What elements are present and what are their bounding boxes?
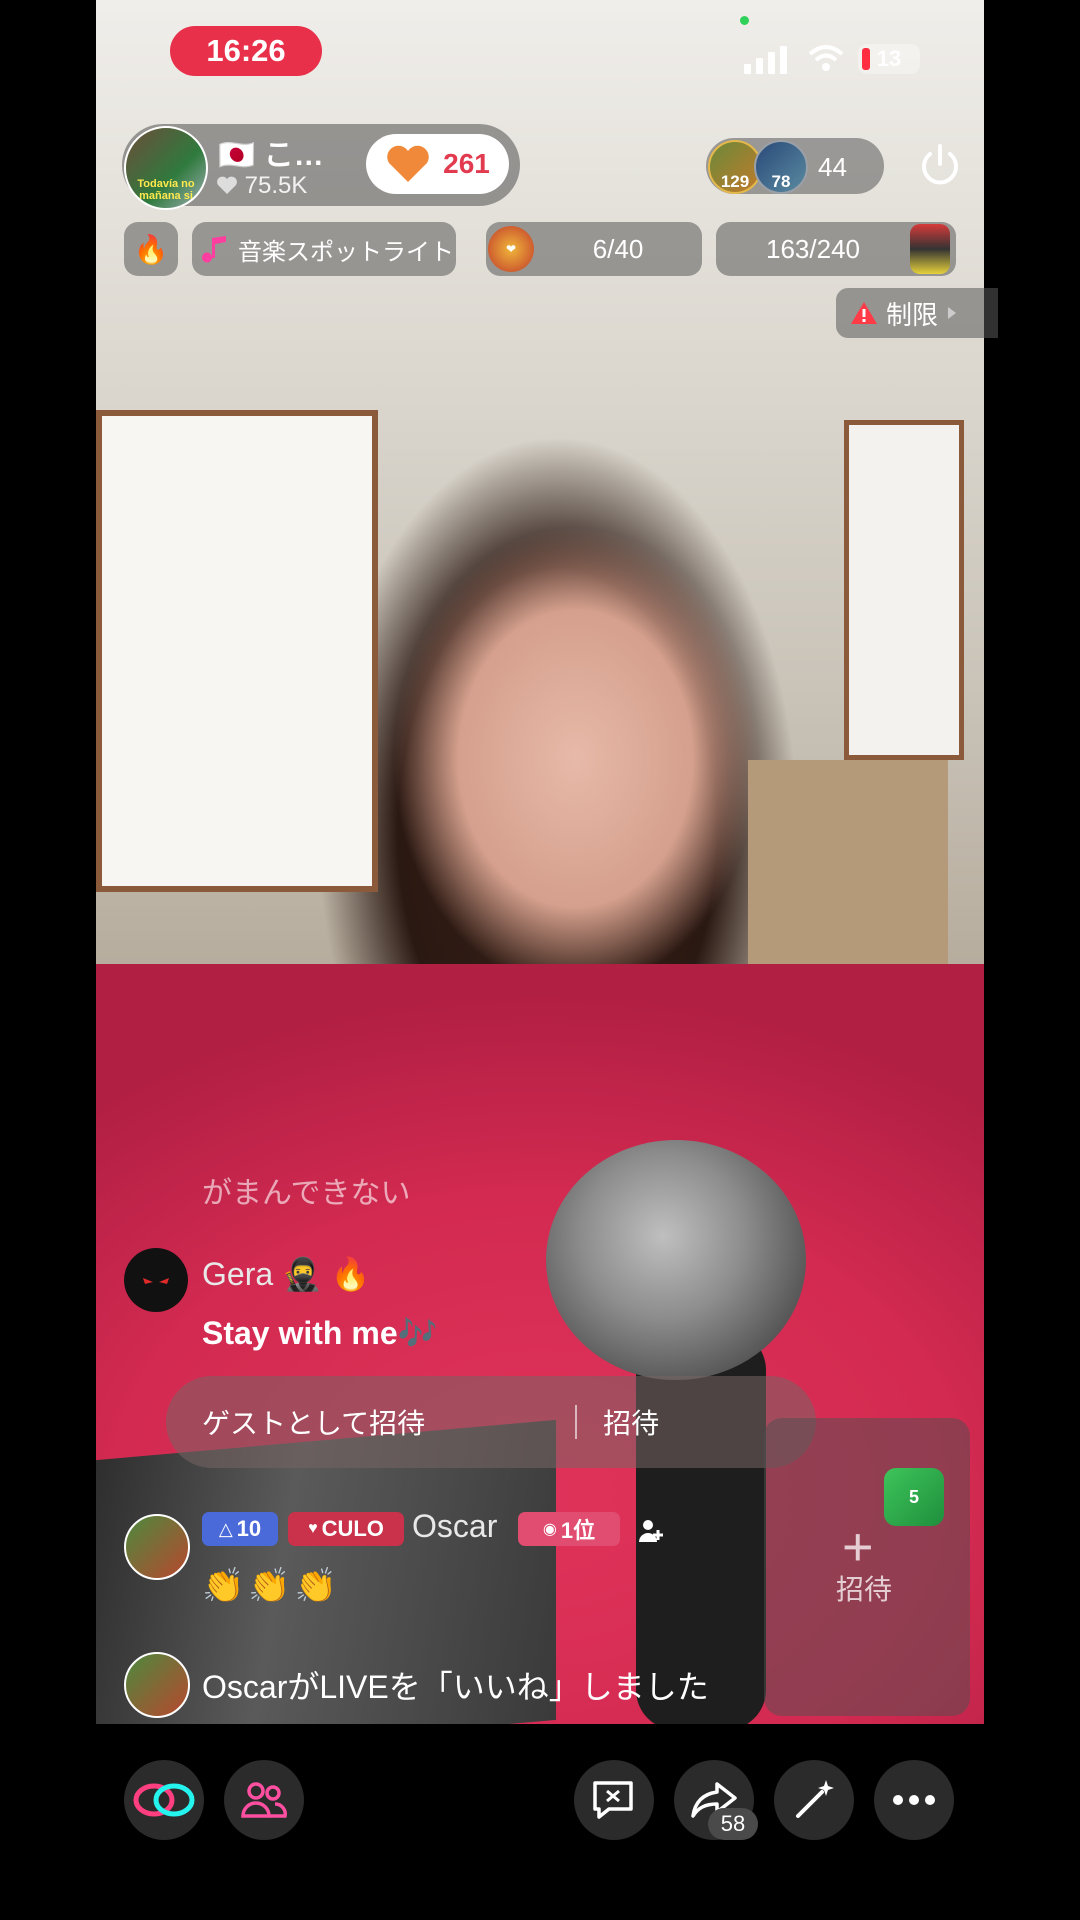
follow-user-icon[interactable] xyxy=(636,1516,666,1546)
hot-icon[interactable]: 🔥 xyxy=(124,222,178,276)
faded-comment: がまんできない xyxy=(202,1177,411,1210)
gera-avatar[interactable] xyxy=(124,1248,188,1312)
background-window-right xyxy=(844,420,964,760)
more-dots-icon xyxy=(893,1795,935,1805)
music-spotlight-button[interactable]: 音楽スポットライト xyxy=(192,222,456,276)
goal-pill[interactable]: 163/240 xyxy=(716,222,956,276)
like-notification: OscarがLIVEを「いいね」しました xyxy=(202,1669,709,1705)
background-window xyxy=(96,410,378,892)
link-button[interactable] xyxy=(124,1760,204,1840)
people-icon xyxy=(241,1782,287,1818)
gera-username[interactable]: Gera 🥷 🔥 xyxy=(202,1255,371,1293)
more-button[interactable] xyxy=(874,1760,954,1840)
top-viewer-2[interactable]: 78 xyxy=(754,140,808,194)
level-badge: △ 10 xyxy=(202,1512,278,1546)
limit-button[interactable]: 制限 xyxy=(836,288,998,338)
invite-as-guest-button[interactable]: ゲストとして招待 xyxy=(202,1402,425,1442)
close-live-icon[interactable] xyxy=(916,142,964,190)
warning-icon xyxy=(851,302,877,324)
rank-badge-icon: ❤ xyxy=(488,226,534,272)
goal-sticker-icon xyxy=(910,224,950,274)
guests-button[interactable] xyxy=(224,1760,304,1840)
invite-divider xyxy=(575,1405,578,1439)
invite-bar: ゲストとして招待 招待 xyxy=(166,1376,816,1468)
oscar-avatar-2[interactable] xyxy=(124,1652,190,1718)
fan-club-badge: ♥ CULO xyxy=(288,1512,404,1546)
status-time: 16:26 xyxy=(170,26,322,76)
orange-heart-icon xyxy=(387,145,429,182)
host-name: 🇯🇵 こ… xyxy=(218,139,324,172)
medal-icon: ◉ xyxy=(542,1521,557,1538)
oscar-avatar[interactable] xyxy=(124,1514,190,1580)
host-likes: 75.5K xyxy=(216,172,307,200)
like-button[interactable]: 261 xyxy=(366,134,509,194)
effects-button[interactable] xyxy=(774,1760,854,1840)
viewer-count: 44 xyxy=(818,152,847,182)
chevron-right-icon xyxy=(948,307,957,319)
oscar-username[interactable]: Oscar xyxy=(412,1508,497,1545)
host-avatar[interactable]: Todavía no mañana si xyxy=(124,126,208,210)
frog-badge-icon[interactable]: 5 xyxy=(884,1468,944,1526)
link-icon xyxy=(133,1783,195,1817)
camera-indicator-dot xyxy=(740,16,749,25)
battery-indicator: 13 xyxy=(858,44,920,74)
heart-outline-icon xyxy=(217,176,237,194)
microphone xyxy=(546,1140,806,1380)
oscar-message: 👏👏👏 xyxy=(202,1567,342,1605)
magic-wand-icon xyxy=(796,1780,834,1818)
rank-badge: ◉ 1位 xyxy=(518,1512,620,1546)
comment-settings-button[interactable] xyxy=(574,1760,654,1840)
share-count: 58 xyxy=(708,1808,758,1840)
level-icon: △ xyxy=(218,1518,233,1539)
gera-message: Stay with me🎶 xyxy=(202,1315,438,1351)
guest-invite-label[interactable]: 招待 xyxy=(836,1568,892,1608)
rank-pill[interactable]: ❤ 6/40 xyxy=(486,222,702,276)
wifi-icon xyxy=(808,45,844,71)
invite-button[interactable]: 招待 xyxy=(603,1402,659,1442)
signal-icon xyxy=(744,46,787,74)
red-eyes-icon xyxy=(143,1278,169,1284)
music-note-icon xyxy=(202,236,226,263)
fan-heart-icon: ♥ xyxy=(308,1520,318,1537)
comment-off-icon xyxy=(593,1781,633,1819)
